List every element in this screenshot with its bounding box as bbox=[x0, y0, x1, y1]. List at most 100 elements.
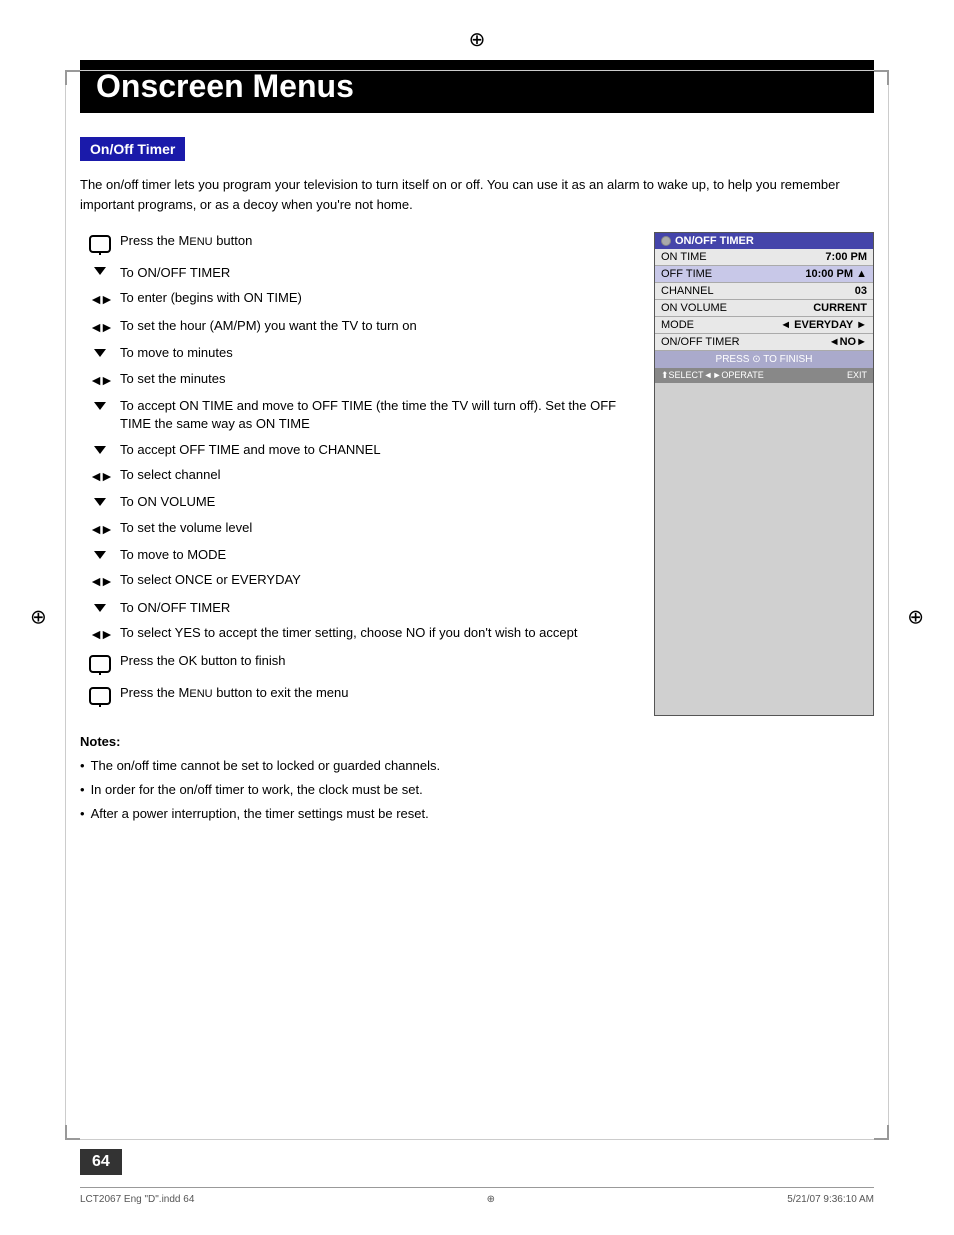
step-7-text: To accept ON TIME and move to OFF TIME (… bbox=[120, 397, 634, 433]
step-12: To move to MODE bbox=[80, 546, 634, 564]
timer-row-on-time: ON TIME 7:00 PM bbox=[655, 249, 873, 266]
step-9-text: To select channel bbox=[120, 466, 634, 484]
reg-mark-top: ⊕ bbox=[469, 30, 486, 51]
timer-circle-icon bbox=[661, 236, 671, 246]
step-17-icon bbox=[80, 684, 120, 709]
step-8-text: To accept OFF TIME and move to CHANNEL bbox=[120, 441, 634, 459]
menu-exit-icon bbox=[87, 685, 113, 709]
step-9-icon: ◄► bbox=[80, 466, 120, 487]
intro-text: The on/off timer lets you program your t… bbox=[80, 175, 874, 214]
step-5-icon bbox=[80, 344, 120, 357]
mode-label: MODE bbox=[661, 319, 694, 331]
step-7: To accept ON TIME and move to OFF TIME (… bbox=[80, 397, 634, 433]
step-4-text: To set the hour (AM/PM) you want the TV … bbox=[120, 317, 634, 335]
step-14-text: To ON/OFF TIMER bbox=[120, 599, 634, 617]
page-title: Onscreen Menus bbox=[80, 60, 874, 113]
step-1-text: Press the MENU button bbox=[120, 232, 634, 250]
step-1-icon bbox=[80, 232, 120, 257]
channel-value: 03 bbox=[855, 285, 867, 297]
step-6: ◄► To set the minutes bbox=[80, 370, 634, 391]
timer-row-off-time: OFF TIME 10:00 PM ▲ bbox=[655, 266, 873, 283]
timer-row-mode: MODE ◄ EVERYDAY ► bbox=[655, 317, 873, 334]
step-3-icon: ◄► bbox=[80, 289, 120, 310]
step-3-text: To enter (begins with ON TIME) bbox=[120, 289, 634, 307]
step-15-text: To select YES to accept the timer settin… bbox=[120, 624, 634, 642]
note-item-2: • In order for the on/off timer to work,… bbox=[80, 781, 874, 799]
off-time-label: OFF TIME bbox=[661, 268, 712, 280]
note-text-2: In order for the on/off timer to work, t… bbox=[91, 781, 423, 799]
footer: LCT2067 Eng "D".indd 64 ⊕ 5/21/07 9:36:1… bbox=[80, 1187, 874, 1205]
lr-arrow-icon-7: ◄► bbox=[89, 625, 111, 645]
step-8: To accept OFF TIME and move to CHANNEL bbox=[80, 441, 634, 459]
reg-mark-left: ⊕ bbox=[30, 607, 47, 628]
step-7-icon bbox=[80, 397, 120, 410]
lr-arrow-icon-4: ◄► bbox=[89, 467, 111, 487]
note-bullet-2: • bbox=[80, 781, 85, 799]
step-9: ◄► To select channel bbox=[80, 466, 634, 487]
lr-arrow-icon-5: ◄► bbox=[89, 520, 111, 540]
step-2: To ON/OFF TIMER bbox=[80, 264, 634, 282]
step-11-icon: ◄► bbox=[80, 519, 120, 540]
step-8-icon bbox=[80, 441, 120, 454]
step-3: ◄► To enter (begins with ON TIME) bbox=[80, 289, 634, 310]
steps-list: Press the MENU button To ON/OFF TIMER ◄►… bbox=[80, 232, 634, 716]
lr-arrow-icon: ◄► bbox=[89, 290, 111, 310]
timer-nav-select: ⬆SELECT◄►OPERATE bbox=[661, 370, 764, 381]
step-2-text: To ON/OFF TIMER bbox=[120, 264, 634, 282]
steps-area: Press the MENU button To ON/OFF TIMER ◄►… bbox=[80, 232, 874, 716]
step-14: To ON/OFF TIMER bbox=[80, 599, 634, 617]
timer-nav-exit: EXIT bbox=[847, 370, 867, 381]
step-6-text: To set the minutes bbox=[120, 370, 634, 388]
step-17-text: Press the MENU button to exit the menu bbox=[120, 684, 634, 702]
lr-arrow-icon-6: ◄► bbox=[89, 572, 111, 592]
off-time-value: 10:00 PM ▲ bbox=[805, 268, 867, 280]
step-14-icon bbox=[80, 599, 120, 612]
note-item-1: • The on/off time cannot be set to locke… bbox=[80, 757, 874, 775]
step-1: Press the MENU button bbox=[80, 232, 634, 257]
step-17: Press the MENU button to exit the menu bbox=[80, 684, 634, 709]
volume-label: ON VOLUME bbox=[661, 302, 727, 314]
onoff-label: ON/OFF TIMER bbox=[661, 336, 740, 348]
timer-row-volume: ON VOLUME CURRENT bbox=[655, 300, 873, 317]
step-13-icon: ◄► bbox=[80, 571, 120, 592]
timer-screen: ON/OFF TIMER ON TIME 7:00 PM OFF TIME 10… bbox=[654, 232, 874, 716]
on-time-value: 7:00 PM bbox=[825, 251, 867, 263]
step-10-text: To ON VOLUME bbox=[120, 493, 634, 511]
note-text-3: After a power interruption, the timer se… bbox=[91, 805, 429, 823]
timer-screen-nav: ⬆SELECT◄►OPERATE EXIT bbox=[655, 368, 873, 383]
step-16-text: Press the OK button to finish bbox=[120, 652, 634, 670]
step-15: ◄► To select YES to accept the timer set… bbox=[80, 624, 634, 645]
reg-mark-right: ⊕ bbox=[907, 607, 924, 628]
lr-arrow-icon-3: ◄► bbox=[89, 371, 111, 391]
timer-row-channel: CHANNEL 03 bbox=[655, 283, 873, 300]
onoff-value: ◄NO► bbox=[829, 336, 867, 348]
timer-screen-header: ON/OFF TIMER bbox=[655, 233, 873, 249]
notes-title: Notes: bbox=[80, 734, 874, 749]
page-number: 64 bbox=[80, 1149, 122, 1175]
step-4-icon: ◄► bbox=[80, 317, 120, 338]
step-12-icon bbox=[80, 546, 120, 559]
timer-screen-footer: PRESS ⊙ TO FINISH bbox=[655, 351, 873, 368]
footer-crosshair: ⊕ bbox=[487, 1194, 495, 1205]
step-16-icon bbox=[80, 652, 120, 677]
page-container: ⊕ ⊕ ⊕ Onscreen Menus On/Off Timer The on… bbox=[0, 0, 954, 1235]
mode-value: ◄ EVERYDAY ► bbox=[780, 319, 867, 331]
step-12-text: To move to MODE bbox=[120, 546, 634, 564]
timer-row-onoff: ON/OFF TIMER ◄NO► bbox=[655, 334, 873, 351]
channel-label: CHANNEL bbox=[661, 285, 714, 297]
section-header: On/Off Timer bbox=[80, 137, 185, 161]
footer-left: LCT2067 Eng "D".indd 64 bbox=[80, 1194, 194, 1205]
step-10-icon bbox=[80, 493, 120, 506]
timer-screen-title: ON/OFF TIMER bbox=[675, 235, 754, 247]
notes-section: Notes: • The on/off time cannot be set t… bbox=[80, 734, 874, 824]
step-6-icon: ◄► bbox=[80, 370, 120, 391]
step-11: ◄► To set the volume level bbox=[80, 519, 634, 540]
step-5: To move to minutes bbox=[80, 344, 634, 362]
note-bullet-3: • bbox=[80, 805, 85, 823]
step-13: ◄► To select ONCE or EVERYDAY bbox=[80, 571, 634, 592]
volume-value: CURRENT bbox=[813, 302, 867, 314]
ok-button-icon bbox=[87, 653, 113, 677]
step-2-icon bbox=[80, 264, 120, 275]
step-11-text: To set the volume level bbox=[120, 519, 634, 537]
step-4: ◄► To set the hour (AM/PM) you want the … bbox=[80, 317, 634, 338]
